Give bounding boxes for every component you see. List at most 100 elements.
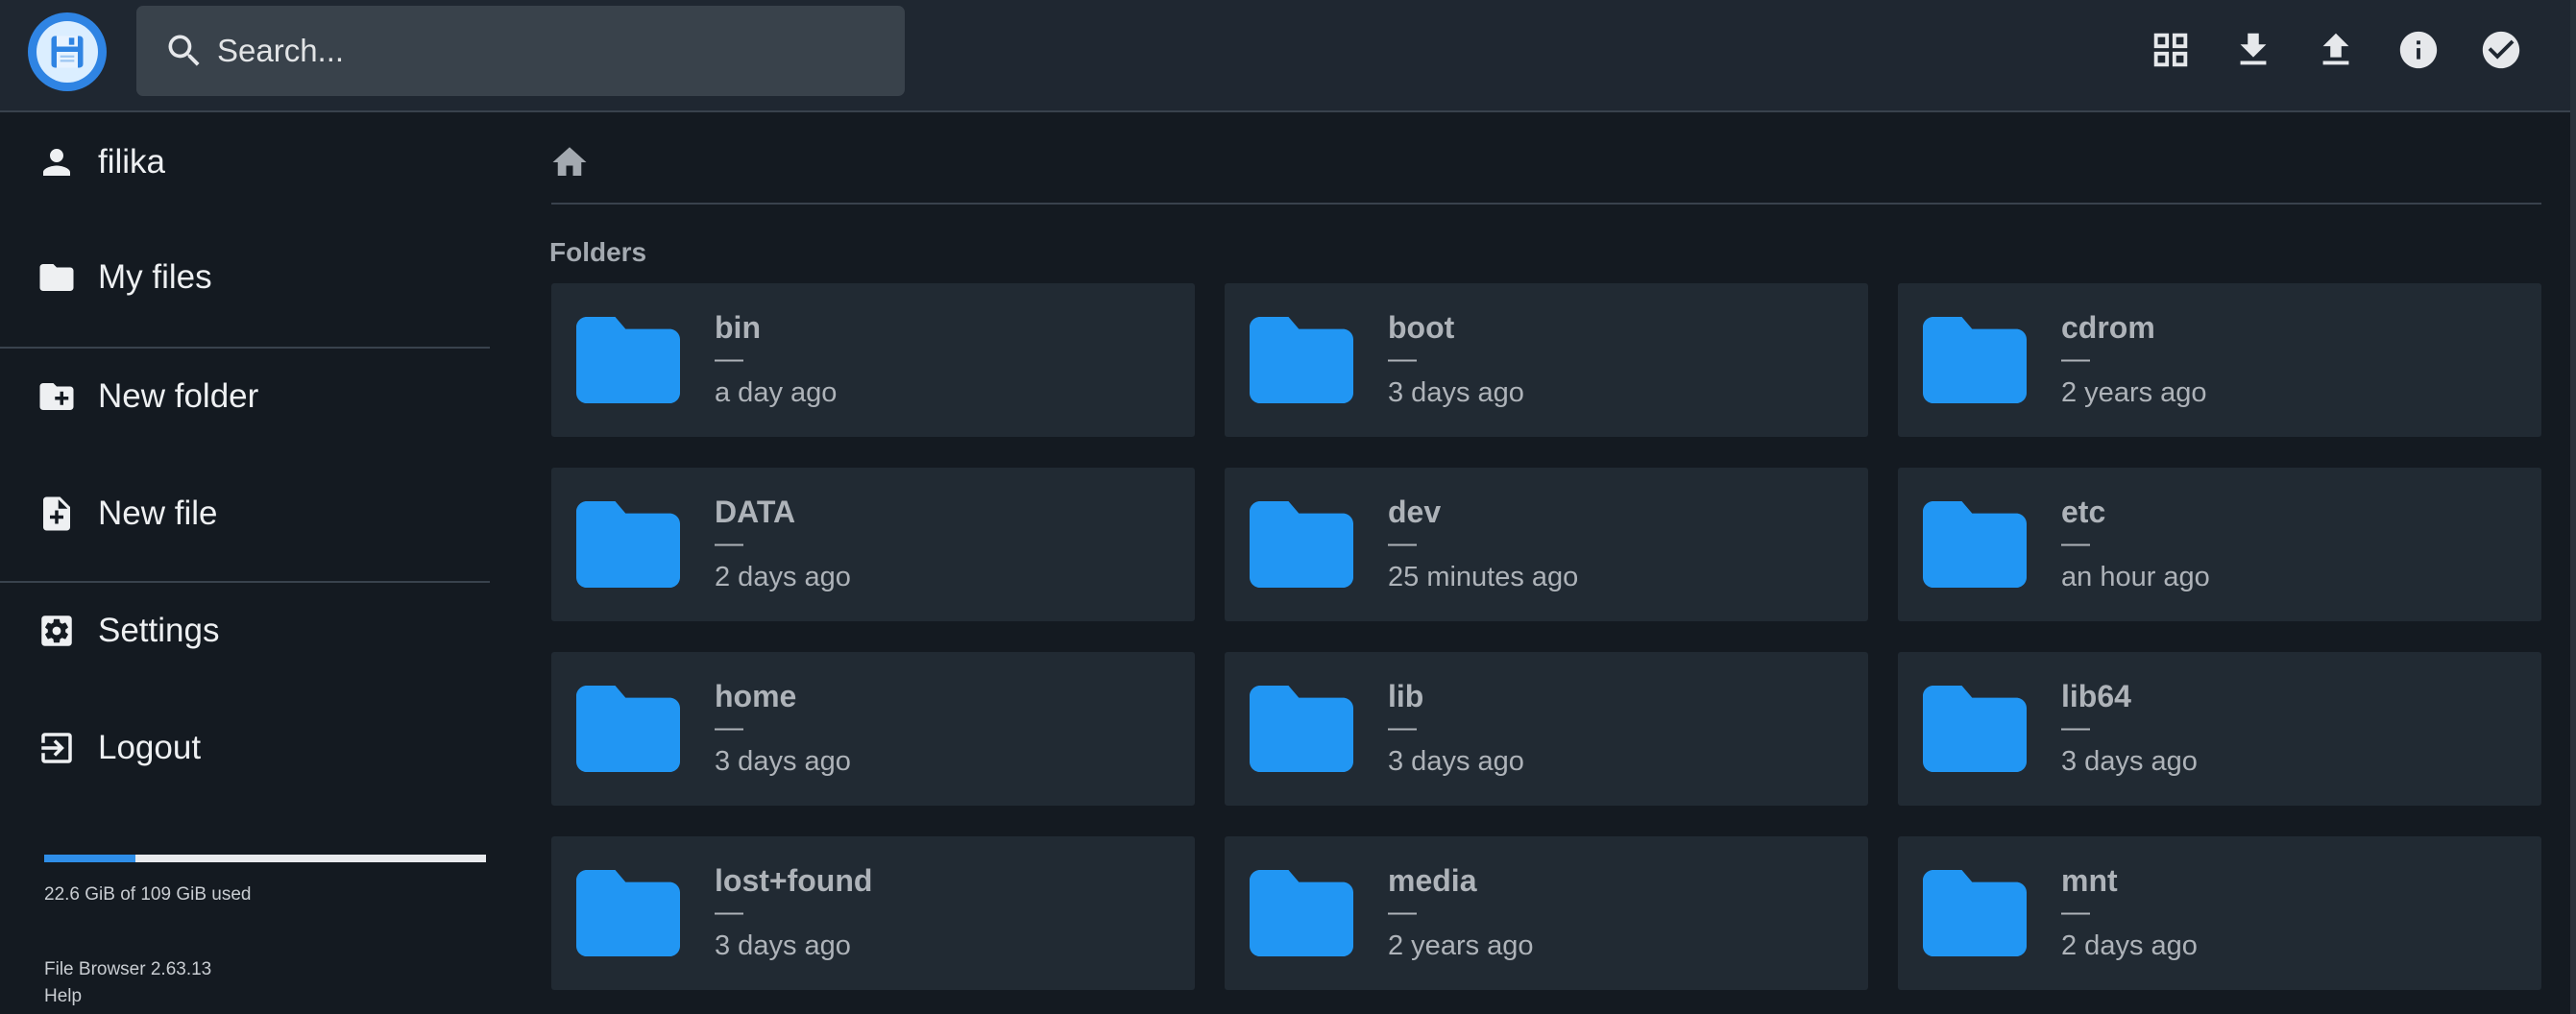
folder-size: — <box>2061 343 2090 374</box>
home-icon[interactable] <box>549 142 590 182</box>
folder-icon <box>1250 870 1353 956</box>
folder-icon <box>1250 686 1353 772</box>
folder-item[interactable]: home —3 days ago <box>551 652 1195 806</box>
app-version: File Browser 2.63.13 <box>44 959 212 979</box>
folder-modified: 3 days ago <box>2061 746 2198 777</box>
settings-gear-icon <box>36 611 77 651</box>
download-icon <box>2240 33 2267 65</box>
folder-item[interactable]: cdrom —2 years ago <box>1898 283 2541 437</box>
folder-size: — <box>2061 896 2090 928</box>
folder-modified: 2 days ago <box>2061 930 2198 961</box>
sidebar-item-label: New folder <box>98 377 259 415</box>
folder-name: mnt <box>2061 863 2118 898</box>
folder-item[interactable]: lib —3 days ago <box>1225 652 1868 806</box>
folder-item[interactable]: dev —25 minutes ago <box>1225 468 1868 621</box>
folder-icon <box>1923 501 2027 588</box>
folder-size: — <box>715 527 743 559</box>
sidebar-item-label: Logout <box>98 729 202 766</box>
disk-usage-fill <box>44 855 136 862</box>
disk-usage-text: 22.6 GiB of 109 GiB used <box>44 884 252 905</box>
folder-modified: 2 days ago <box>715 562 851 592</box>
folder-modified: 3 days ago <box>1388 746 1524 777</box>
select-multiple-button[interactable] <box>2460 9 2542 91</box>
folder-item[interactable]: mnt —2 days ago <box>1898 836 2541 990</box>
folder-size: — <box>1388 712 1417 743</box>
disk-usage-bar <box>44 855 486 862</box>
folder-name: lib <box>1388 679 1424 713</box>
folder-size: — <box>715 896 743 928</box>
grid-view-icon <box>2153 33 2188 67</box>
breadcrumb-divider <box>551 203 2541 205</box>
folder-item[interactable]: media —2 years ago <box>1225 836 1868 990</box>
folder-item[interactable]: bin — a day ago <box>551 283 1195 437</box>
folder-item[interactable]: lib64—3 days ago <box>1898 652 2541 806</box>
info-button[interactable] <box>2377 9 2460 91</box>
sidebar-item-logout[interactable]: Logout <box>0 700 490 796</box>
sidebar: filika My files New folder New file Sett… <box>0 114 490 1014</box>
folder-modified: 25 minutes ago <box>1388 562 1579 592</box>
sidebar-item-new-folder[interactable]: New folder <box>0 349 490 445</box>
breadcrumb <box>549 133 590 191</box>
folder-icon <box>1250 317 1353 403</box>
folder-size: — <box>1388 896 1417 928</box>
upload-button[interactable] <box>2295 9 2377 91</box>
folder-icon <box>36 257 77 298</box>
sidebar-item-settings[interactable]: Settings <box>0 583 490 679</box>
sidebar-item-user[interactable]: filika <box>0 114 490 210</box>
folder-item[interactable]: lost+found —3 days ago <box>551 836 1195 990</box>
folder-icon <box>1923 870 2027 956</box>
folder-size: — <box>2061 527 2090 559</box>
sidebar-item-label: My files <box>98 258 212 296</box>
header-actions <box>2129 0 2576 100</box>
folder-name: home <box>715 679 797 713</box>
folder-item[interactable]: etc — an hour ago <box>1898 468 2541 621</box>
folder-modified: an hour ago <box>2061 562 2210 592</box>
download-button[interactable] <box>2212 9 2295 91</box>
folder-icon <box>1923 317 2027 403</box>
info-icon <box>2399 31 2438 69</box>
folder-modified: 3 days ago <box>1388 377 1524 408</box>
new-file-icon <box>36 494 77 534</box>
folder-size: — <box>1388 343 1417 374</box>
folder-item[interactable]: boot —3 days ago <box>1225 283 1868 437</box>
folder-icon <box>1250 501 1353 588</box>
search-icon <box>168 35 200 66</box>
folder-icon <box>576 686 680 772</box>
folder-name: dev <box>1388 495 1442 529</box>
search-input[interactable] <box>217 33 841 69</box>
grid-view-button[interactable] <box>2129 9 2212 91</box>
folder-name: bin <box>715 310 761 345</box>
folder-name: etc <box>2061 495 2106 529</box>
floppy-disk-icon <box>36 21 98 83</box>
folder-size: — <box>715 712 743 743</box>
select-check-icon <box>2482 31 2520 69</box>
search-bar[interactable] <box>136 6 905 96</box>
folder-grid: bin — a day ago boot —3 days ago cdrom —2 year… <box>551 283 2541 990</box>
folder-icon <box>576 870 680 956</box>
folder-modified: 3 days ago <box>715 930 851 961</box>
sidebar-item-new-file[interactable]: New file <box>0 466 490 562</box>
folder-icon <box>576 501 680 588</box>
top-header <box>0 0 2576 112</box>
folder-modified: 2 years ago <box>1388 930 1534 961</box>
folder-modified: 2 years ago <box>2061 377 2207 408</box>
folder-name: media <box>1388 863 1477 898</box>
app-logo[interactable] <box>28 12 107 91</box>
folder-icon <box>1923 686 2027 772</box>
sidebar-item-label: Settings <box>98 612 220 649</box>
folder-modified: 3 days ago <box>715 746 851 777</box>
sidebar-item-my-files[interactable]: My files <box>0 229 490 326</box>
folder-icon <box>576 317 680 403</box>
folder-name: DATA <box>715 495 796 529</box>
sidebar-item-label: filika <box>98 143 166 181</box>
folder-size: — <box>2061 712 2090 743</box>
folder-name: boot <box>1388 310 1455 345</box>
folder-name: lost+found <box>715 863 873 898</box>
section-title-folders: Folders <box>549 237 647 267</box>
sidebar-item-label: New file <box>98 495 218 532</box>
page-scrollbar[interactable] <box>2570 0 2576 1014</box>
help-link[interactable]: Help <box>44 986 82 1007</box>
folder-size: — <box>715 343 743 374</box>
person-icon <box>36 142 77 182</box>
folder-item[interactable]: DATA —2 days ago <box>551 468 1195 621</box>
